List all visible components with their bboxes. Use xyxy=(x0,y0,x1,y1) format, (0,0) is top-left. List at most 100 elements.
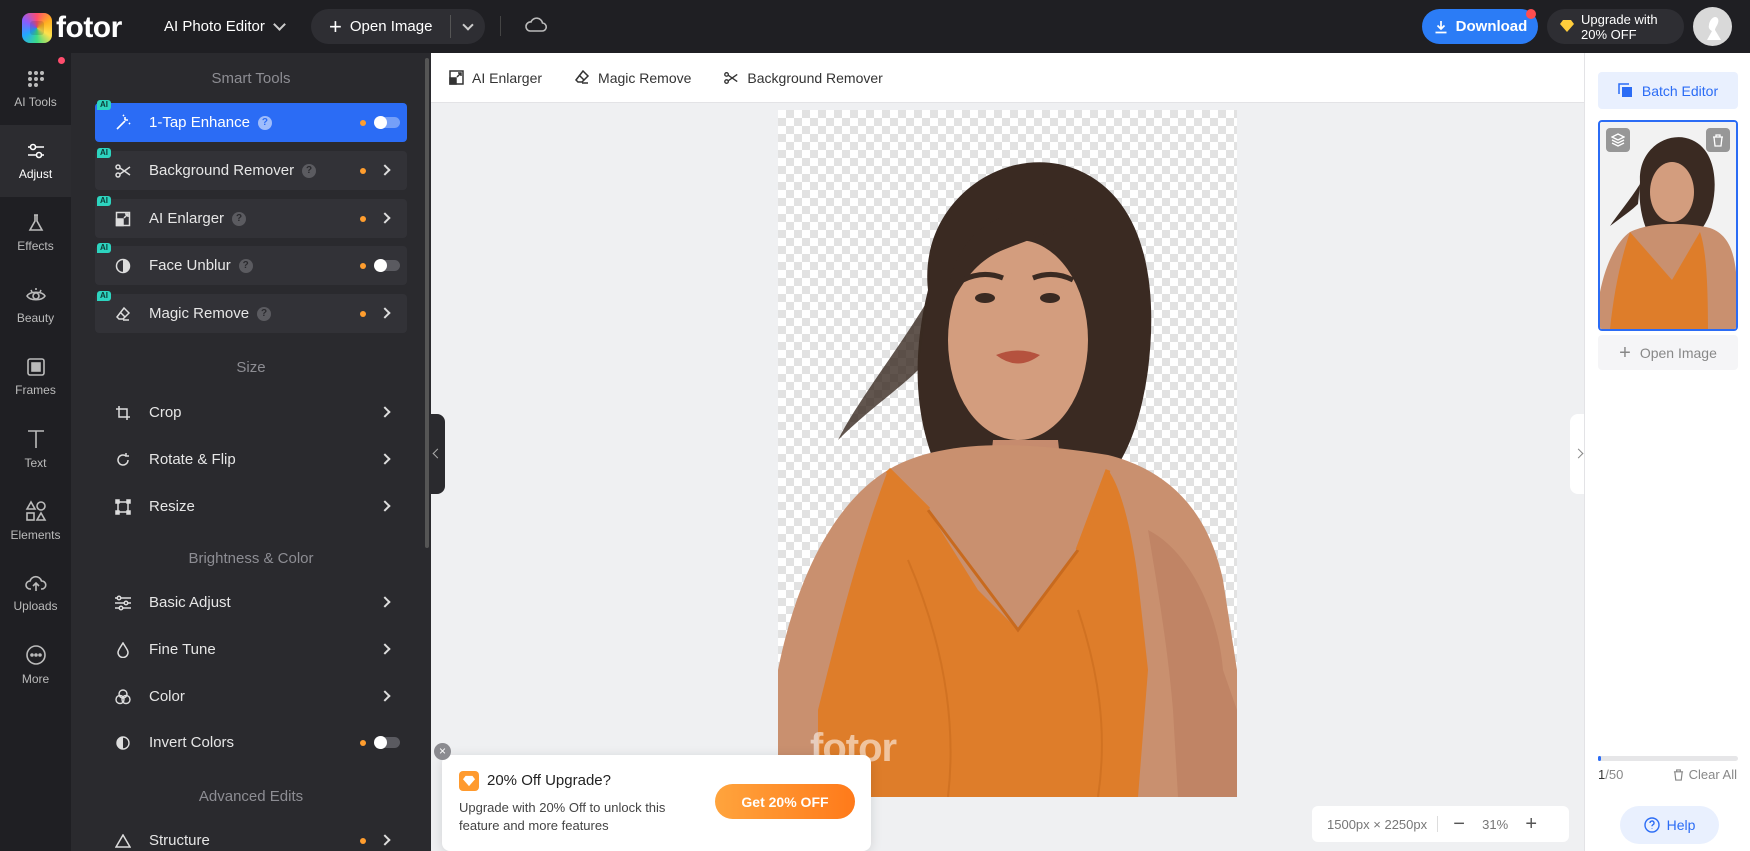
tool-background-remover[interactable]: AI Background Remover ? xyxy=(95,148,407,190)
chevron-right-icon xyxy=(379,406,391,418)
tool-resize[interactable]: Resize xyxy=(95,487,407,526)
tool-fine-tune[interactable]: Fine Tune xyxy=(95,630,407,669)
tool-crop[interactable]: Crop xyxy=(95,393,407,432)
section-title-size: Size xyxy=(236,359,266,376)
new-dot xyxy=(360,168,366,174)
trash-icon[interactable] xyxy=(1706,128,1730,152)
download-icon xyxy=(1435,20,1447,33)
eraser-icon xyxy=(113,304,133,324)
triangle-icon xyxy=(113,831,133,851)
diamond-icon xyxy=(1560,20,1574,32)
fotor-logo[interactable]: fotor xyxy=(22,11,122,45)
canvas-image[interactable]: fotor xyxy=(778,110,1237,797)
rail-item-text[interactable]: Text xyxy=(0,413,71,485)
tool-basic-adjust[interactable]: Basic Adjust xyxy=(95,583,407,622)
new-dot xyxy=(360,120,366,126)
rail-label: AI Tools xyxy=(14,95,57,109)
tool-label: Face Unblur xyxy=(149,257,231,274)
chevron-right-icon xyxy=(379,212,391,224)
zoom-level: 31% xyxy=(1482,816,1509,832)
help-icon[interactable]: ? xyxy=(257,115,272,130)
toolbar-ai-enlarger[interactable]: AI Enlarger xyxy=(449,70,542,86)
chevron-right-icon xyxy=(379,500,391,512)
help-icon[interactable]: ? xyxy=(257,306,272,321)
chevron-right-icon xyxy=(379,164,391,176)
ai-badge: AI xyxy=(97,291,111,301)
clear-all-button[interactable]: Clear All xyxy=(1673,767,1737,782)
face-unblur-toggle[interactable] xyxy=(374,259,400,272)
rail-label: Uploads xyxy=(13,599,58,613)
rail-item-effects[interactable]: Effects xyxy=(0,197,71,269)
upgrade-line-2: 20% OFF xyxy=(1581,26,1637,42)
help-icon[interactable]: ? xyxy=(232,211,247,226)
enhance-toggle[interactable] xyxy=(374,116,400,129)
toolbar-background-remover[interactable]: Background Remover xyxy=(723,70,883,86)
help-icon[interactable]: ? xyxy=(238,258,253,273)
expand-right-panel-handle[interactable] xyxy=(1570,414,1584,494)
open-image-dropdown-icon[interactable] xyxy=(462,19,474,31)
tool-color[interactable]: Color xyxy=(95,677,407,716)
open-image-button[interactable]: + Open Image xyxy=(311,9,485,44)
toolbar-magic-remove[interactable]: Magic Remove xyxy=(574,70,691,86)
tool-magic-remove[interactable]: AI Magic Remove ? xyxy=(95,291,407,333)
more-circle-icon xyxy=(25,645,46,665)
rail-item-frames[interactable]: Frames xyxy=(0,341,71,413)
tool-label: Background Remover xyxy=(149,162,295,179)
notification-dot xyxy=(1526,9,1536,19)
frame-icon xyxy=(26,358,45,376)
help-icon[interactable]: ? xyxy=(302,163,317,178)
rail-item-elements[interactable]: Elements xyxy=(0,485,71,557)
trash-icon xyxy=(1673,768,1683,781)
chevron-right-icon xyxy=(379,453,391,465)
tool-invert-colors[interactable]: Invert Colors xyxy=(95,723,407,762)
tool-rotate-flip[interactable]: Rotate & Flip xyxy=(95,440,407,479)
new-dot xyxy=(360,311,366,317)
notification-dot xyxy=(58,57,65,64)
rail-label: Effects xyxy=(17,239,54,253)
chevron-down-icon xyxy=(273,17,286,31)
collapse-panel-handle[interactable] xyxy=(431,414,445,494)
invert-colors-toggle[interactable] xyxy=(374,736,400,749)
section-title-advanced-edits: Advanced Edits xyxy=(198,788,304,805)
face-half-icon xyxy=(113,256,133,276)
batch-editor-button[interactable]: Batch Editor xyxy=(1598,72,1738,109)
panel-scrollbar[interactable] xyxy=(423,53,431,851)
close-icon[interactable]: × xyxy=(434,743,451,760)
rail-label: Adjust xyxy=(18,167,53,181)
scrollbar-thumb[interactable] xyxy=(425,58,429,548)
zoom-out-button[interactable]: − xyxy=(1448,813,1470,836)
zoom-in-button[interactable]: + xyxy=(1520,813,1542,836)
add-image-button[interactable]: + Open Image xyxy=(1598,335,1738,370)
download-button[interactable]: Download xyxy=(1422,9,1538,44)
tool-label: Invert Colors xyxy=(149,734,235,751)
help-button[interactable]: Help xyxy=(1620,806,1719,844)
divider xyxy=(500,16,501,36)
chevron-right-icon xyxy=(379,307,391,319)
image-thumbnail[interactable] xyxy=(1598,120,1738,331)
rail-item-beauty[interactable]: Beauty xyxy=(0,269,71,341)
tool-label: Crop xyxy=(149,404,182,421)
tool-structure[interactable]: Structure xyxy=(95,821,407,851)
app-switcher[interactable]: AI Photo Editor xyxy=(164,0,286,53)
tool-1-tap-enhance[interactable]: AI 1-Tap Enhance ? xyxy=(95,100,407,142)
tool-label: Fine Tune xyxy=(149,641,216,658)
rail-item-more[interactable]: More xyxy=(0,629,71,701)
layers-icon[interactable] xyxy=(1606,128,1630,152)
rail-item-adjust[interactable]: Adjust xyxy=(0,125,71,197)
tool-face-unblur[interactable]: AI Face Unblur ? xyxy=(95,243,407,285)
rail-item-ai-tools[interactable]: AI Tools xyxy=(0,53,71,125)
rotate-icon xyxy=(113,450,133,470)
grid-dots-icon xyxy=(27,71,44,87)
add-image-label: Open Image xyxy=(1639,344,1717,361)
upgrade-button[interactable]: Upgrade with 20% OFF xyxy=(1547,9,1684,44)
progress-fill xyxy=(1598,756,1601,761)
tool-ai-enlarger[interactable]: AI AI Enlarger ? xyxy=(95,196,407,238)
tool-label: Structure xyxy=(149,832,210,849)
rail-label: Text xyxy=(24,456,47,470)
cloud-icon[interactable] xyxy=(524,15,548,40)
rail-item-uploads[interactable]: Uploads xyxy=(0,557,71,629)
avatar[interactable] xyxy=(1693,7,1732,46)
get-discount-button[interactable]: Get 20% OFF xyxy=(715,784,855,819)
plus-icon: + xyxy=(1619,341,1631,364)
sliders-icon xyxy=(27,143,44,159)
